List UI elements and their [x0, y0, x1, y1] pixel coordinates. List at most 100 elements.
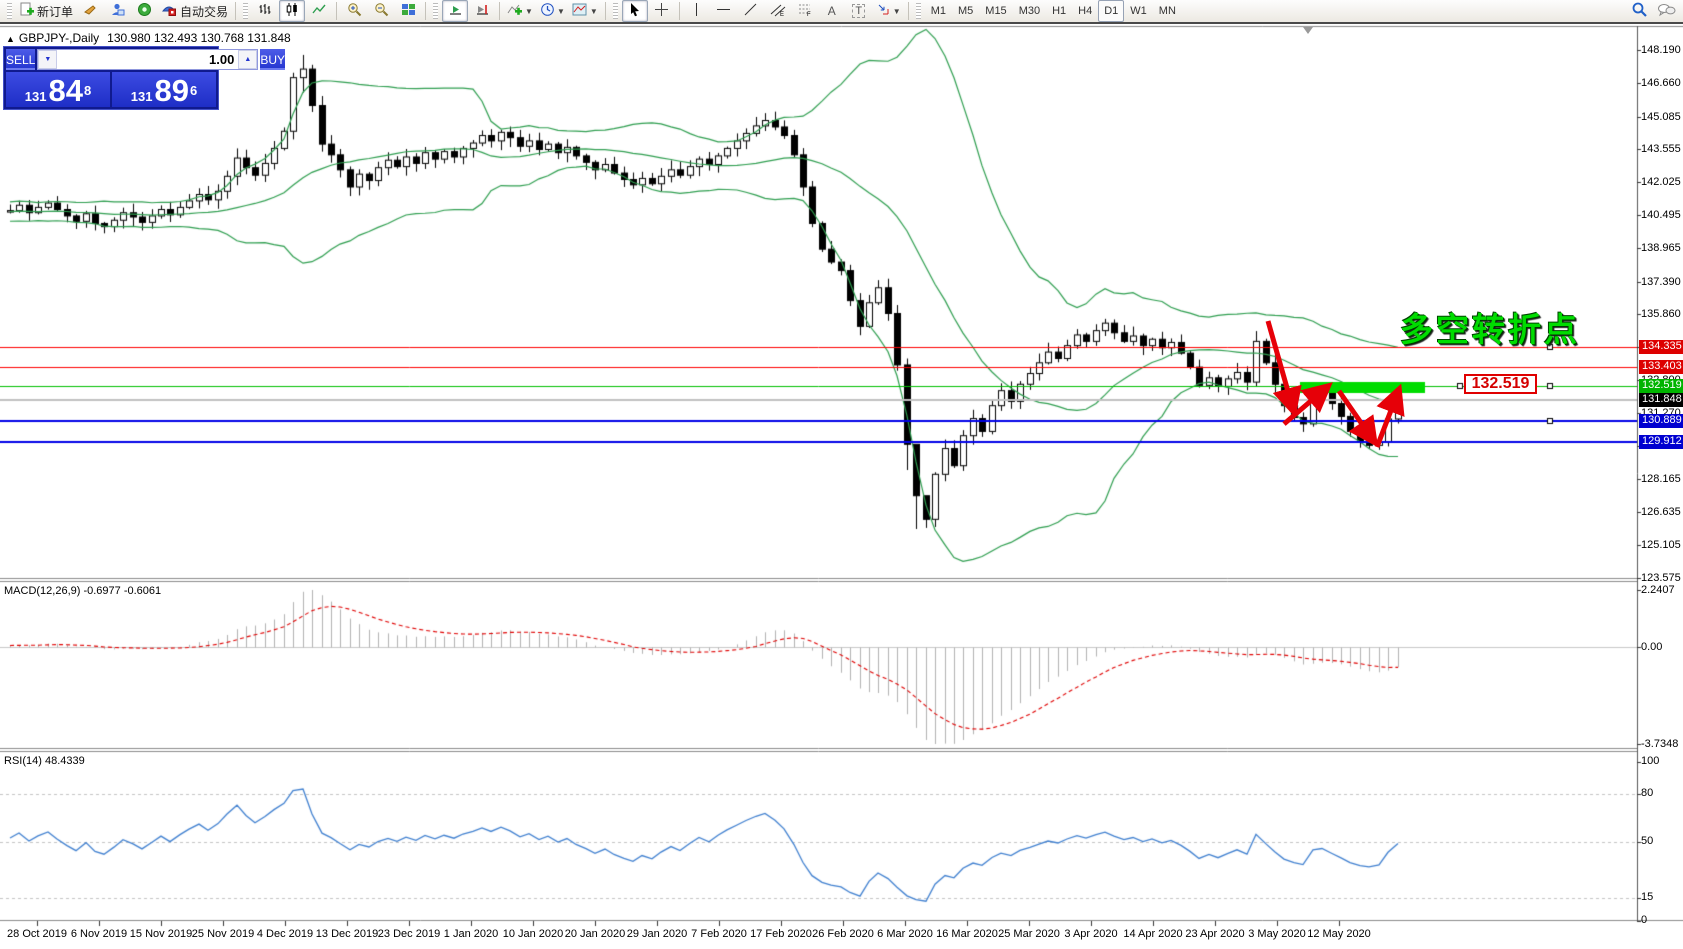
toolbar-grip [612, 3, 618, 19]
new-order-label: 新订单 [37, 4, 74, 19]
search-icon [1631, 1, 1648, 21]
one-click-trading-panel: SELL ▼ ▲ BUY 131848 131896 [3, 46, 286, 110]
chart-shift-button[interactable] [469, 0, 495, 22]
vertical-line-tool-button[interactable] [684, 0, 710, 22]
line-chart-button[interactable] [306, 0, 332, 22]
timeframe-d1[interactable]: D1 [1098, 0, 1125, 22]
person-icon [110, 2, 125, 20]
zoom-out-icon [374, 2, 389, 20]
sell-button[interactable]: SELL [6, 49, 36, 70]
toolbar-grip [7, 3, 12, 19]
clock-icon [540, 2, 555, 20]
symbol-period-label: GBPJPY-,Daily [18, 31, 100, 45]
tile-windows-button[interactable] [395, 0, 421, 22]
trendline-icon [743, 2, 758, 20]
template-icon [572, 2, 588, 20]
sell-price-pips: 84 [48, 73, 83, 108]
buy-price[interactable]: 131 89 6 [112, 72, 216, 107]
volume-stepper: ▼ ▲ [37, 49, 259, 70]
volume-decrease-button[interactable]: ▼ [38, 50, 58, 69]
periods-button[interactable]: ▼ [537, 0, 568, 22]
buy-price-pips: 89 [154, 73, 189, 108]
toolbar-separator [425, 2, 427, 20]
timeframe-m1[interactable]: M1 [925, 0, 952, 22]
sell-price[interactable]: 131 84 8 [6, 72, 110, 107]
timeframe-h4[interactable]: H4 [1072, 0, 1098, 22]
new-order-button[interactable]: 新订单 [16, 0, 76, 22]
text-tool-icon: A [827, 4, 836, 18]
level-132519-label[interactable]: 132.519 [1464, 374, 1537, 394]
toolbar-separator [678, 2, 680, 20]
timeframe-h1[interactable]: H1 [1046, 0, 1072, 22]
autotrading-label: 自动交易 [180, 4, 229, 19]
toolbar-grip [243, 3, 249, 19]
timeframe-w1[interactable]: W1 [1124, 0, 1153, 22]
buy-price-point: 6 [189, 83, 198, 98]
templates-button[interactable]: ▼ [569, 0, 601, 22]
line-chart-icon [311, 2, 327, 20]
dropdown-caret: ▼ [892, 6, 901, 16]
mt4-window: 新订单 自动交易 ▼ ▼ ▼ E F A T ▼ M1 M5 M15 M30 H… [0, 0, 1683, 949]
crosshair-icon [654, 2, 669, 20]
autotrading-button[interactable]: 自动交易 [158, 0, 231, 22]
dropdown-caret: ▼ [589, 6, 598, 16]
toolbar-separator [235, 2, 237, 20]
zoom-in-button[interactable] [341, 0, 367, 22]
arrows-tool-button[interactable]: ▼ [873, 0, 904, 22]
timeframe-m5[interactable]: M5 [952, 0, 979, 22]
signals-button[interactable] [131, 0, 157, 22]
chart-shift-icon [475, 2, 490, 20]
volume-increase-button[interactable]: ▲ [238, 50, 258, 69]
label-tool-button[interactable]: T [846, 0, 872, 22]
toolbar: 新订单 自动交易 ▼ ▼ ▼ E F A T ▼ M1 M5 M15 M30 H… [0, 0, 1683, 24]
toolbar-separator [907, 2, 909, 20]
text-tool-button[interactable]: A [819, 0, 845, 22]
bar-chart-button[interactable] [252, 0, 278, 22]
trendline-tool-button[interactable] [738, 0, 764, 22]
crosshair-tool-button[interactable] [649, 0, 675, 22]
channel-icon: E [770, 2, 786, 20]
buy-button[interactable]: BUY [260, 49, 286, 70]
accounts-button[interactable] [104, 0, 130, 22]
collapse-one-click-icon[interactable]: ▲ [6, 34, 15, 44]
turning-point-annotation[interactable]: 多空转折点 [1400, 303, 1580, 351]
auto-scroll-button[interactable] [442, 0, 469, 22]
signal-icon [137, 2, 152, 20]
fibonacci-tool-button[interactable]: F [792, 0, 818, 22]
zoom-out-button[interactable] [368, 0, 394, 22]
buy-price-big-figure: 131 [130, 89, 153, 104]
ohlc-values: 130.980 132.493 130.768 131.848 [107, 31, 291, 45]
timeframe-m15[interactable]: M15 [979, 0, 1012, 22]
toolbar-separator [604, 2, 606, 20]
chart-canvas[interactable] [0, 0, 1683, 949]
new-order-icon [19, 2, 34, 20]
zoom-in-icon [347, 2, 362, 20]
autotrading-icon [161, 2, 177, 20]
search-button[interactable] [1626, 0, 1652, 22]
sell-price-point: 8 [83, 83, 92, 98]
chart-shift-marker-icon[interactable] [1303, 27, 1313, 34]
auto-scroll-icon [448, 2, 463, 20]
toolbar-separator [499, 2, 501, 20]
horn-icon [83, 2, 98, 20]
chat-button[interactable] [1653, 0, 1679, 22]
toolbar-grip [433, 3, 439, 19]
cursor-tool-button[interactable] [621, 0, 648, 22]
toolbar-separator [336, 2, 338, 20]
candlestick-button[interactable] [279, 0, 306, 22]
alert-button[interactable] [77, 0, 103, 22]
candlestick-icon [285, 2, 300, 20]
volume-input[interactable] [57, 50, 239, 69]
timeframe-bar: M1 M5 M15 M30 H1 H4 D1 W1 MN [925, 0, 1182, 22]
dropdown-caret: ▼ [525, 6, 533, 16]
label-tool-icon: T [852, 4, 866, 18]
arrows-tool-icon [876, 2, 891, 20]
horizontal-line-tool-button[interactable] [711, 0, 737, 22]
vertical-line-icon [692, 2, 701, 20]
channel-tool-button[interactable]: E [765, 0, 791, 22]
dropdown-caret: ▼ [556, 6, 565, 16]
horizontal-line-icon [716, 2, 731, 20]
indicators-button[interactable]: ▼ [504, 0, 536, 22]
timeframe-mn[interactable]: MN [1153, 0, 1182, 22]
timeframe-m30[interactable]: M30 [1013, 0, 1046, 22]
